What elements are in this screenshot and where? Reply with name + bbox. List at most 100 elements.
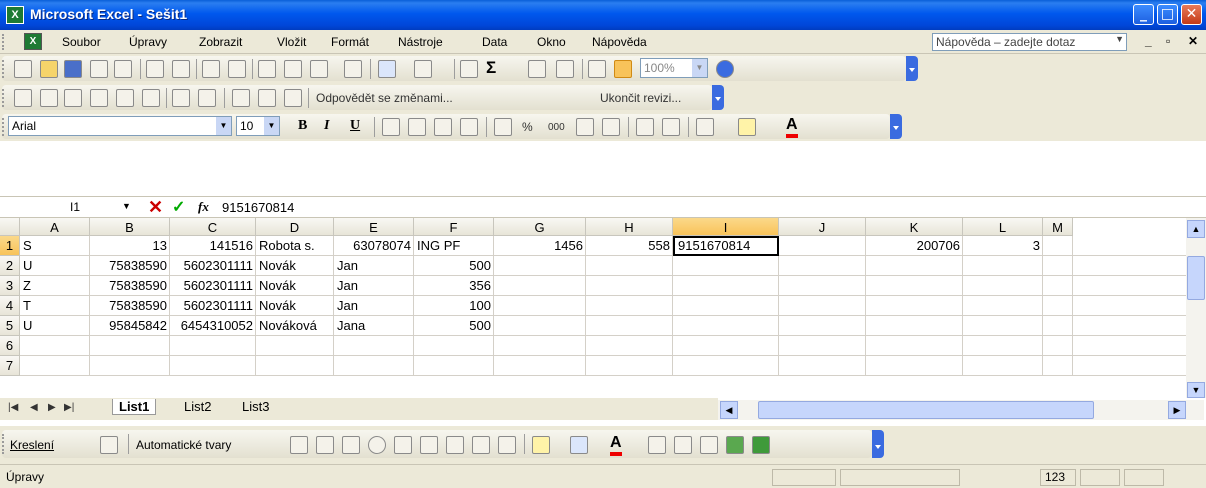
column-header-b[interactable]: B — [90, 218, 170, 236]
font-color-icon[interactable]: A — [786, 116, 798, 138]
cell-d1[interactable]: Robota s. — [256, 236, 318, 256]
arrow-style-icon[interactable] — [700, 436, 718, 454]
zoom-select[interactable]: 100% ▼ — [640, 58, 708, 78]
column-header-j[interactable]: J — [779, 218, 866, 236]
help-icon[interactable] — [716, 60, 734, 78]
fill-color-icon[interactable] — [532, 436, 550, 454]
name-box[interactable]: I1 — [0, 197, 140, 217]
chevron-down-icon[interactable]: ▼ — [216, 117, 231, 135]
cell-e5[interactable]: Jana — [334, 316, 368, 336]
dash-style-icon[interactable] — [674, 436, 692, 454]
cell-d3[interactable]: Novák — [256, 276, 299, 296]
font-size-select[interactable]: 10 ▼ — [236, 116, 280, 136]
chevron-down-icon[interactable]: ▼ — [122, 201, 131, 211]
clip-art-icon[interactable] — [472, 436, 490, 454]
next-comment-icon[interactable] — [64, 89, 82, 107]
shadow-style-icon[interactable] — [726, 436, 744, 454]
scroll-right-icon[interactable]: ▶ — [1168, 401, 1186, 419]
cell-e4[interactable]: Jan — [334, 296, 361, 316]
menu-okno[interactable]: Okno — [537, 35, 566, 49]
formula-content[interactable]: 9151670814 — [222, 200, 294, 215]
undo-icon[interactable] — [378, 60, 396, 78]
scroll-up-icon[interactable]: ▲ — [1187, 220, 1205, 238]
row-header-2[interactable]: 2 — [0, 256, 20, 276]
menu-vlozit[interactable]: Vložit — [277, 35, 306, 49]
show-all-comments-icon[interactable] — [116, 89, 134, 107]
cell-i1[interactable]: 9151670814 — [673, 236, 779, 256]
spreadsheet-grid[interactable]: A B C D E F G H I J K L M 1 S 13 141516 Robota s. 63078074… — [0, 218, 1186, 398]
send-to-icon[interactable] — [284, 89, 302, 107]
line-color-icon[interactable] — [570, 436, 588, 454]
cell-f2[interactable]: 500 — [414, 256, 494, 276]
column-header-a[interactable]: A — [20, 218, 90, 236]
autosum-icon[interactable]: Σ — [486, 58, 496, 78]
cell-f3[interactable]: 356 — [414, 276, 494, 296]
toolbar-grip[interactable] — [2, 89, 5, 107]
font-name-select[interactable]: Arial ▼ — [8, 116, 232, 136]
toolbar-grip[interactable] — [2, 434, 5, 454]
chevron-down-icon[interactable]: ▼ — [264, 117, 279, 135]
toolbar-grip[interactable] — [2, 118, 5, 136]
rectangle-icon[interactable] — [342, 436, 360, 454]
cell-a1[interactable]: S — [20, 236, 35, 256]
3d-style-icon[interactable] — [752, 436, 770, 454]
horizontal-scrollbar[interactable]: ◀ ▶ — [718, 400, 1204, 420]
cell-b4[interactable]: 75838590 — [90, 296, 170, 316]
print-preview-icon[interactable] — [172, 60, 190, 78]
cell-e1[interactable]: 63078074 — [334, 236, 414, 256]
next-sheet-icon[interactable]: ▶ — [48, 402, 56, 413]
text-box-icon[interactable] — [394, 436, 412, 454]
menu-soubor[interactable]: Soubor — [62, 35, 101, 49]
cell-c3[interactable]: 5602301111 — [170, 276, 256, 296]
chart-wizard-icon[interactable] — [588, 60, 606, 78]
spelling-icon[interactable] — [202, 60, 220, 78]
new-icon[interactable] — [14, 60, 32, 78]
column-header-c[interactable]: C — [170, 218, 256, 236]
cell-e2[interactable]: Jan — [334, 256, 361, 276]
delete-comment-icon[interactable] — [142, 89, 160, 107]
oval-icon[interactable] — [368, 436, 386, 454]
menu-format[interactable]: Formát — [331, 35, 369, 49]
cell-c5[interactable]: 6454310052 — [170, 316, 256, 336]
column-header-h[interactable]: H — [586, 218, 673, 236]
column-header-l[interactable]: L — [963, 218, 1043, 236]
doc-restore-icon[interactable]: ▫ — [1166, 34, 1170, 48]
cell-k1[interactable]: 200706 — [866, 236, 963, 256]
column-header-i[interactable]: I — [673, 218, 779, 236]
line-style-icon[interactable] — [648, 436, 666, 454]
decrease-decimal-icon[interactable] — [602, 118, 620, 136]
select-objects-icon[interactable] — [100, 436, 118, 454]
align-center-icon[interactable] — [408, 118, 426, 136]
select-all-corner[interactable] — [0, 218, 20, 236]
insert-function-icon[interactable]: fx — [198, 199, 209, 215]
toolbar-options-icon[interactable] — [712, 85, 724, 110]
cell-c2[interactable]: 5602301111 — [170, 256, 256, 276]
autoshapes-menu-button[interactable]: Automatické tvary — [136, 438, 231, 452]
update-file-icon[interactable] — [258, 89, 276, 107]
currency-icon[interactable] — [494, 118, 512, 136]
vertical-scroll-thumb[interactable] — [1187, 256, 1205, 300]
chevron-down-icon[interactable]: ▼ — [1115, 34, 1124, 44]
close-button[interactable]: ✕ — [1181, 4, 1202, 25]
permission-icon[interactable] — [90, 60, 108, 78]
percent-style-button[interactable]: % — [522, 120, 533, 134]
column-header-f[interactable]: F — [414, 218, 494, 236]
align-right-icon[interactable] — [434, 118, 452, 136]
cell-a2[interactable]: U — [20, 256, 35, 276]
cell-d4[interactable]: Novák — [256, 296, 299, 316]
cell-c1[interactable]: 141516 — [170, 236, 256, 256]
row-header-4[interactable]: 4 — [0, 296, 20, 316]
menu-nastroje[interactable]: Nástroje — [398, 35, 443, 49]
increase-decimal-icon[interactable] — [576, 118, 594, 136]
cell-e3[interactable]: Jan — [334, 276, 361, 296]
print-icon[interactable] — [146, 60, 164, 78]
decrease-indent-icon[interactable] — [636, 118, 654, 136]
research-icon[interactable] — [228, 60, 246, 78]
reply-with-changes-button[interactable]: Odpovědět se změnami... — [316, 91, 453, 105]
italic-button[interactable]: I — [324, 118, 329, 134]
cut-icon[interactable] — [258, 60, 276, 78]
column-header-d[interactable]: D — [256, 218, 334, 236]
minimize-button[interactable]: _ — [1133, 4, 1154, 25]
cell-b3[interactable]: 75838590 — [90, 276, 170, 296]
diagram-icon[interactable] — [446, 436, 464, 454]
